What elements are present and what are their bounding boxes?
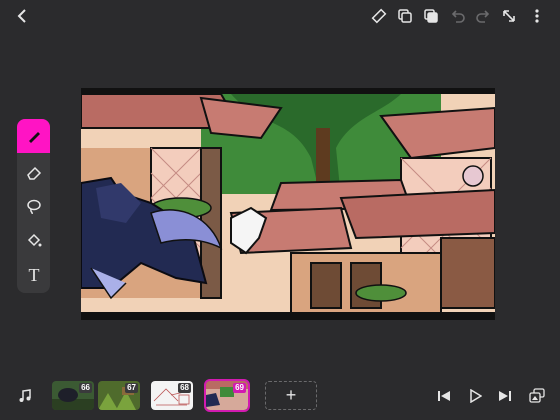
skip-back-button[interactable] — [433, 385, 455, 407]
play-icon — [470, 389, 482, 403]
frame-number-badge: 67 — [125, 383, 138, 393]
artwork-illustration — [81, 88, 495, 320]
undo-icon — [451, 10, 465, 23]
frame-number-badge: 69 — [233, 383, 246, 393]
add-frame-label: + — [285, 385, 297, 405]
frame-thumbnail[interactable]: 67 — [98, 381, 140, 410]
ruler-icon — [371, 8, 387, 24]
skip-forward-icon — [499, 391, 511, 401]
lasso-icon — [27, 199, 41, 214]
frame-thumbnail-active[interactable]: 69 — [204, 379, 250, 412]
fill-tool[interactable] — [23, 230, 45, 252]
onion-skin-button[interactable] — [526, 385, 548, 407]
more-icon — [535, 9, 539, 23]
frame-number-badge: 66 — [79, 383, 92, 393]
music-button[interactable] — [14, 385, 36, 407]
layers-icon — [424, 9, 438, 23]
redo-icon — [476, 10, 490, 23]
ruler-button[interactable] — [368, 5, 390, 27]
text-tool[interactable]: T — [23, 264, 45, 286]
more-button[interactable] — [526, 5, 548, 27]
duplicate-button[interactable] — [394, 5, 416, 27]
fill-bucket-icon — [27, 233, 42, 247]
frame-thumbnail[interactable]: 66 — [52, 381, 94, 410]
undo-button[interactable] — [447, 5, 469, 27]
skip-forward-button[interactable] — [494, 385, 516, 407]
eraser-icon — [27, 166, 42, 180]
expand-button[interactable] — [498, 5, 520, 27]
add-frame-button[interactable]: + — [265, 381, 317, 410]
lasso-tool[interactable] — [23, 195, 45, 217]
redo-button[interactable] — [472, 5, 494, 27]
color-swatch[interactable] — [17, 119, 50, 153]
skip-back-icon — [438, 391, 450, 401]
frame-number-badge: 68 — [178, 383, 191, 393]
frame-thumbnail[interactable]: 68 — [151, 381, 193, 410]
back-icon — [17, 9, 26, 23]
music-icon — [19, 389, 31, 402]
play-button[interactable] — [464, 385, 486, 407]
back-button[interactable] — [12, 5, 34, 27]
drawing-canvas[interactable] — [81, 88, 495, 320]
layers-button[interactable] — [420, 5, 442, 27]
expand-icon — [503, 10, 515, 22]
eraser-tool[interactable] — [23, 161, 45, 183]
pen-icon — [28, 132, 40, 143]
duplicate-icon — [398, 9, 412, 23]
onion-skin-icon — [529, 388, 545, 403]
text-icon: T — [28, 264, 40, 285]
tool-palette: T — [17, 119, 50, 293]
